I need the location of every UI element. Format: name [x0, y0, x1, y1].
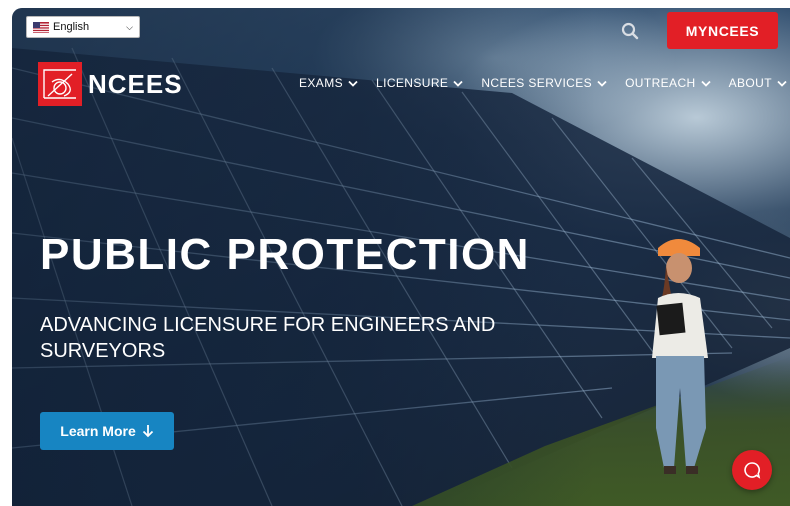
nav-item-outreach[interactable]: OUTREACH: [625, 76, 711, 90]
chevron-down-icon: [700, 80, 711, 87]
logo-text: NCEES: [88, 68, 183, 99]
nav-item-label: OUTREACH: [625, 76, 696, 90]
hero-section: English ⌵ MYNCEES NCEES EXAMS LICENSURE: [12, 8, 790, 506]
chevron-down-icon: [348, 80, 358, 87]
main-nav: EXAMS LICENSURE NCEES SERVICES OUTREACH …: [299, 76, 787, 90]
chevron-down-icon: ⌵: [126, 21, 133, 32]
chat-button[interactable]: [732, 450, 772, 490]
learn-more-label: Learn More: [60, 423, 136, 439]
chevron-down-icon: [777, 80, 787, 87]
ncees-logo-icon: [38, 62, 82, 106]
chat-icon: [744, 462, 761, 479]
language-select[interactable]: English ⌵: [26, 16, 140, 38]
chevron-down-icon: [597, 80, 607, 87]
hero-subheading: ADVANCING LICENSURE FOR ENGINEERS AND SU…: [40, 314, 496, 362]
nav-item-ncees-services[interactable]: NCEES SERVICES: [481, 76, 607, 90]
nav-item-label: LICENSURE: [376, 76, 449, 90]
chevron-down-icon: [453, 80, 463, 87]
search-icon[interactable]: [620, 21, 640, 41]
us-flag-icon: [33, 21, 49, 33]
hero-headline: PUBLIC PROTECTION: [40, 230, 530, 279]
language-label: English: [53, 21, 90, 33]
nav-item-licensure[interactable]: LICENSURE: [376, 76, 463, 90]
engineer-figure-image: [652, 239, 708, 474]
nav-item-label: ABOUT: [728, 76, 772, 90]
nav-item-label: EXAMS: [299, 76, 344, 90]
myncees-button[interactable]: MYNCEES: [667, 12, 778, 49]
ncees-logo[interactable]: NCEES: [38, 62, 183, 106]
learn-more-button[interactable]: Learn More: [40, 412, 174, 450]
nav-item-exams[interactable]: EXAMS: [299, 76, 358, 90]
arrow-down-icon: [142, 425, 153, 438]
nav-item-about[interactable]: ABOUT: [729, 76, 787, 90]
nav-item-label: NCEES SERVICES: [481, 76, 593, 90]
